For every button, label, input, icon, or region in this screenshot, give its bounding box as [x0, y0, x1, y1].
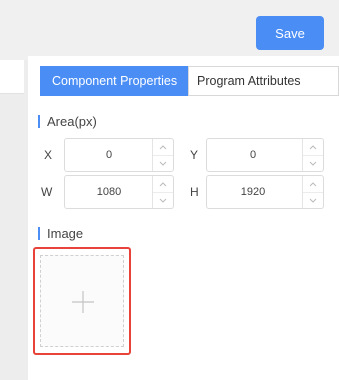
upload-dropzone — [40, 255, 124, 347]
section-marker — [38, 227, 40, 240]
properties-panel: Component Properties Program Attributes … — [28, 56, 339, 380]
tab-program-attributes[interactable]: Program Attributes — [188, 66, 339, 96]
y-value: 0 — [249, 149, 257, 161]
x-stepper — [152, 139, 173, 171]
h-input[interactable]: 1920 — [206, 175, 324, 209]
y-label: Y — [190, 148, 199, 162]
chevron-up-icon[interactable] — [153, 139, 173, 156]
h-stepper — [302, 176, 323, 208]
image-section-title: Image — [38, 226, 83, 241]
chevron-down-icon[interactable] — [303, 192, 323, 208]
top-bar: Save — [0, 0, 339, 60]
w-stepper — [152, 176, 173, 208]
chevron-down-icon[interactable] — [153, 192, 173, 208]
w-input[interactable]: 1080 — [64, 175, 174, 209]
chevron-up-icon[interactable] — [153, 176, 173, 193]
image-title-text: Image — [47, 226, 84, 241]
plus-icon — [72, 291, 94, 313]
chevron-up-icon[interactable] — [303, 139, 323, 156]
left-pane — [0, 60, 28, 380]
h-label: H — [190, 185, 199, 199]
w-value: 1080 — [96, 186, 122, 198]
image-upload-button[interactable] — [33, 247, 131, 355]
area-title-text: Area(px) — [47, 114, 97, 129]
y-input[interactable]: 0 — [206, 138, 324, 172]
left-pane-row — [0, 60, 24, 94]
tab-component-properties[interactable]: Component Properties — [40, 66, 188, 96]
section-marker — [38, 115, 40, 128]
x-label: X — [44, 148, 53, 162]
chevron-up-icon[interactable] — [303, 176, 323, 193]
save-button[interactable]: Save — [256, 16, 324, 50]
y-stepper — [302, 139, 323, 171]
h-value: 1920 — [240, 186, 266, 198]
w-label: W — [41, 185, 53, 199]
chevron-down-icon[interactable] — [303, 155, 323, 171]
property-tabs: Component Properties Program Attributes — [40, 66, 339, 96]
x-input[interactable]: 0 — [64, 138, 174, 172]
area-section-title: Area(px) — [38, 114, 97, 129]
x-value: 0 — [105, 149, 113, 161]
chevron-down-icon[interactable] — [153, 155, 173, 171]
